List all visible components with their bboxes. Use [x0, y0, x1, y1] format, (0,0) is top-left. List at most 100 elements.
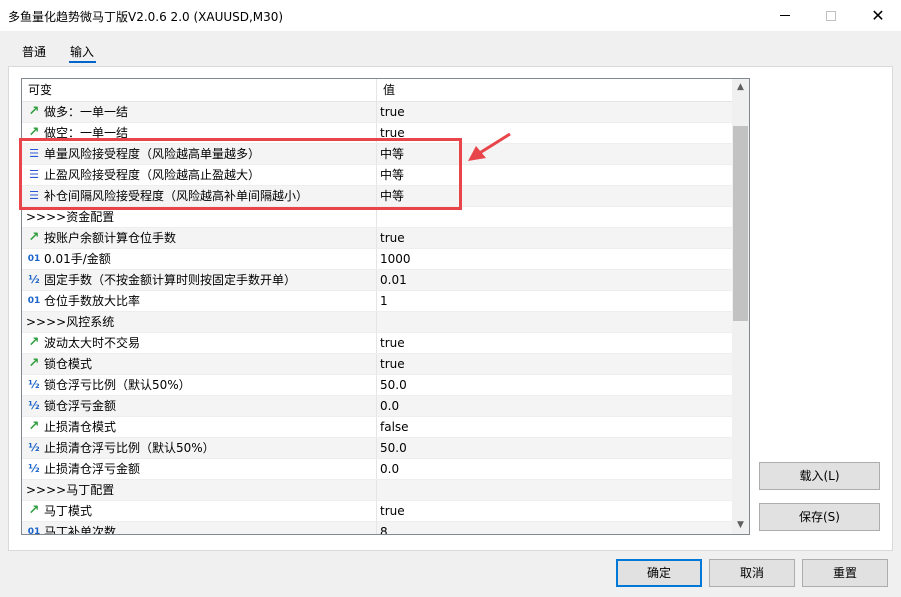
variable-label: 止损清仓浮亏金额 — [44, 462, 141, 476]
variable-cell: ↗ 波动太大时不交易 — [22, 333, 377, 353]
variable-cell: ½ 固定手数（不按金额计算时则按固定手数开单） — [22, 270, 377, 290]
variable-cell: 01 仓位手数放大比率 — [22, 291, 377, 311]
value-cell[interactable]: 50.0 — [377, 438, 732, 458]
tab-general[interactable]: 普通 — [22, 43, 46, 60]
section-row[interactable]: >>>>马丁配置 — [22, 480, 732, 501]
value-cell[interactable]: 0.0 — [377, 459, 732, 479]
value-cell[interactable]: true — [377, 123, 732, 143]
variable-cell: ½ 锁仓浮亏金额 — [22, 396, 377, 416]
table-row[interactable]: ½ 止损清仓浮亏金额 0.0 — [22, 459, 732, 480]
reset-button[interactable]: 重置 — [802, 559, 888, 587]
int-icon: 01 — [27, 296, 41, 306]
value-cell[interactable]: 中等 — [377, 165, 732, 185]
value-cell[interactable] — [377, 207, 732, 227]
value-cell[interactable] — [377, 312, 732, 332]
variable-label: 单量风险接受程度（风险越高单量越多） — [44, 147, 261, 161]
variable-label: 止损清仓浮亏比例（默认50%） — [44, 441, 215, 455]
variable-cell: 01 马丁补单次数 — [22, 522, 377, 534]
variable-cell: ↗ 马丁模式 — [22, 501, 377, 521]
table-row[interactable]: ☰ 补仓间隔风险接受程度（风险越高补单间隔越小） 中等 — [22, 186, 732, 207]
variable-label: 做空：一单一结 — [44, 126, 129, 140]
value-cell[interactable]: true — [377, 102, 732, 122]
variable-cell: ½ 止损清仓浮亏金额 — [22, 459, 377, 479]
tab-inputs[interactable]: 输入 — [70, 43, 94, 60]
load-button[interactable]: 载入(L) — [759, 462, 880, 490]
table-row[interactable]: ↗ 做空：一单一结 true — [22, 123, 732, 144]
table-row[interactable]: ↗ 锁仓模式 true — [22, 354, 732, 375]
value-cell[interactable]: 8 — [377, 522, 732, 534]
table-row[interactable]: ↗ 按账户余额计算仓位手数 true — [22, 228, 732, 249]
table-row[interactable]: 01 马丁补单次数 8 — [22, 522, 732, 534]
scroll-down-arrow-icon[interactable]: ▼ — [732, 517, 749, 534]
variable-cell: ☰ 补仓间隔风险接受程度（风险越高补单间隔越小） — [22, 186, 377, 206]
table-row[interactable]: 01 仓位手数放大比率 1 — [22, 291, 732, 312]
ok-button[interactable]: 确定 — [616, 559, 702, 587]
variable-cell: >>>>马丁配置 — [22, 480, 377, 500]
table-row[interactable]: ½ 固定手数（不按金额计算时则按固定手数开单） 0.01 — [22, 270, 732, 291]
table-row[interactable]: ↗ 做多：一单一结 true — [22, 102, 732, 123]
close-button[interactable]: ✕ — [855, 0, 901, 31]
variable-cell: ↗ 止损清仓模式 — [22, 417, 377, 437]
value-cell[interactable]: 0.01 — [377, 270, 732, 290]
column-header-variable[interactable]: 可变 — [22, 79, 377, 101]
grid-rows: ↗ 做多：一单一结 true ↗ 做空：一单一结 true ☰ 单量风险接受程度（风险越高单量… — [22, 102, 732, 534]
value-cell[interactable]: 50.0 — [377, 375, 732, 395]
minimize-button[interactable] — [762, 0, 808, 31]
table-row[interactable]: ½ 锁仓浮亏金额 0.0 — [22, 396, 732, 417]
value-cell[interactable]: 1000 — [377, 249, 732, 269]
scroll-up-arrow-icon[interactable]: ▲ — [732, 79, 749, 96]
variable-label: >>>>风控系统 — [26, 315, 115, 329]
scroll-thumb[interactable] — [733, 126, 748, 321]
table-row[interactable]: ☰ 止盈风险接受程度（风险越高止盈越大） 中等 — [22, 165, 732, 186]
variable-cell: 01 0.01手/金额 — [22, 249, 377, 269]
maximize-button[interactable] — [808, 0, 854, 31]
double-icon: ½ — [28, 462, 40, 475]
variable-label: 按账户余额计算仓位手数 — [44, 231, 177, 245]
variable-cell: >>>>资金配置 — [22, 207, 377, 227]
variable-cell: ↗ 做多：一单一结 — [22, 102, 377, 122]
variable-label: >>>>马丁配置 — [26, 483, 115, 497]
vertical-scrollbar[interactable]: ▲ ▼ — [732, 79, 749, 534]
close-icon: ✕ — [871, 6, 885, 25]
bool-icon: ↗ — [28, 503, 40, 518]
bool-icon: ↗ — [28, 104, 40, 119]
variable-cell: ½ 止损清仓浮亏比例（默认50%） — [22, 438, 377, 458]
cancel-button[interactable]: 取消 — [709, 559, 795, 587]
variable-label: 波动太大时不交易 — [44, 336, 141, 350]
variable-label: 做多：一单一结 — [44, 105, 129, 119]
variable-label: 锁仓浮亏金额 — [44, 399, 117, 413]
section-row[interactable]: >>>>资金配置 — [22, 207, 732, 228]
value-cell[interactable] — [377, 480, 732, 500]
save-button[interactable]: 保存(S) — [759, 503, 880, 531]
variable-label: >>>>资金配置 — [26, 210, 115, 224]
value-cell[interactable]: false — [377, 417, 732, 437]
title-bar: 多鱼量化趋势微马丁版V2.0.6 2.0 (XAUUSD,M30) ✕ — [0, 0, 901, 31]
variable-cell: ↗ 按账户余额计算仓位手数 — [22, 228, 377, 248]
table-row[interactable]: ½ 锁仓浮亏比例（默认50%） 50.0 — [22, 375, 732, 396]
table-row[interactable]: ½ 止损清仓浮亏比例（默认50%） 50.0 — [22, 438, 732, 459]
variable-label: 0.01手/金额 — [44, 252, 111, 266]
section-row[interactable]: >>>>风控系统 — [22, 312, 732, 333]
column-header-value[interactable]: 值 — [377, 79, 732, 101]
value-cell[interactable]: true — [377, 501, 732, 521]
active-tab-indicator — [69, 61, 96, 63]
value-cell[interactable]: true — [377, 228, 732, 248]
value-cell[interactable]: 中等 — [377, 144, 732, 164]
value-cell[interactable]: 1 — [377, 291, 732, 311]
table-row[interactable]: ↗ 波动太大时不交易 true — [22, 333, 732, 354]
table-row[interactable]: ☰ 单量风险接受程度（风险越高单量越多） 中等 — [22, 144, 732, 165]
bool-icon: ↗ — [28, 230, 40, 245]
table-row[interactable]: ↗ 止损清仓模式 false — [22, 417, 732, 438]
value-cell[interactable]: true — [377, 354, 732, 374]
annotation-arrow-icon — [468, 132, 511, 161]
minimize-icon — [780, 15, 790, 16]
value-cell[interactable]: true — [377, 333, 732, 353]
table-row[interactable]: 01 0.01手/金额 1000 — [22, 249, 732, 270]
enum-icon: ☰ — [29, 189, 39, 202]
value-cell[interactable]: 0.0 — [377, 396, 732, 416]
bool-icon: ↗ — [28, 356, 40, 371]
table-row[interactable]: ↗ 马丁模式 true — [22, 501, 732, 522]
variable-cell: ↗ 锁仓模式 — [22, 354, 377, 374]
variable-label: 锁仓模式 — [44, 357, 93, 371]
value-cell[interactable]: 中等 — [377, 186, 732, 206]
